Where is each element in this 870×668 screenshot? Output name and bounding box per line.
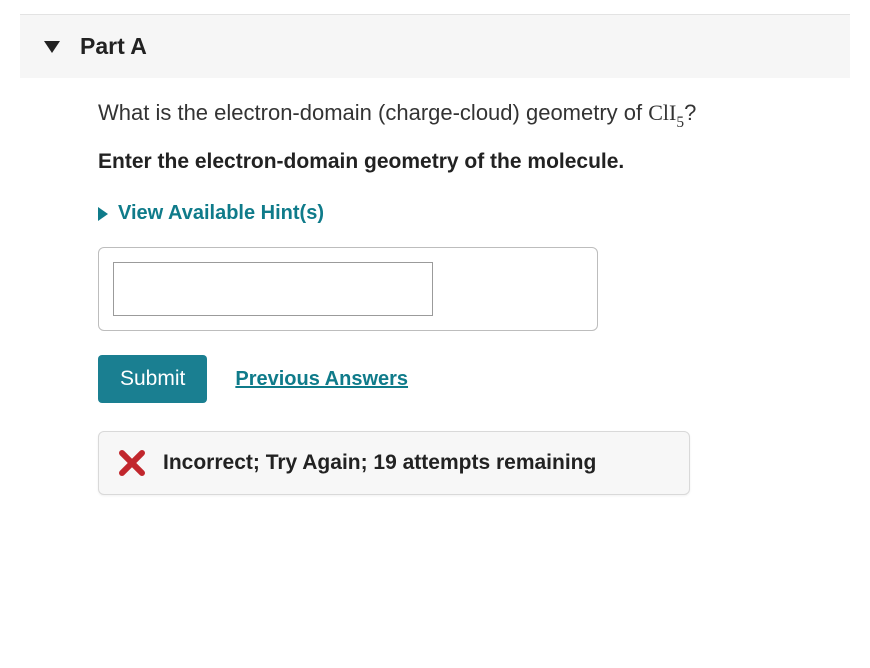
submit-button[interactable]: Submit — [98, 355, 207, 403]
formula-subscript: 5 — [676, 114, 684, 131]
hints-label: View Available Hint(s) — [118, 202, 324, 225]
chevron-right-icon — [98, 207, 108, 221]
question-prefix: What is the electron-domain (charge-clou… — [98, 100, 648, 125]
button-row: Submit Previous Answers — [98, 355, 818, 403]
part-header[interactable]: Part A — [20, 15, 850, 78]
answer-input[interactable] — [113, 262, 433, 316]
question-suffix: ? — [684, 100, 696, 125]
chevron-down-icon — [44, 41, 60, 53]
view-hints-link[interactable]: View Available Hint(s) — [98, 202, 324, 225]
instruction-text: Enter the electron-domain geometry of th… — [98, 150, 818, 174]
formula-base: ClI — [648, 100, 676, 125]
feedback-text: Incorrect; Try Again; 19 attempts remain… — [163, 451, 596, 475]
incorrect-icon — [119, 450, 145, 476]
previous-answers-link[interactable]: Previous Answers — [235, 368, 408, 391]
part-title: Part A — [80, 33, 147, 60]
question-formula: ClI5 — [648, 100, 684, 125]
answer-container — [98, 247, 598, 331]
part-content: What is the electron-domain (charge-clou… — [98, 98, 818, 495]
feedback-box: Incorrect; Try Again; 19 attempts remain… — [98, 431, 690, 495]
question-text: What is the electron-domain (charge-clou… — [98, 98, 818, 132]
